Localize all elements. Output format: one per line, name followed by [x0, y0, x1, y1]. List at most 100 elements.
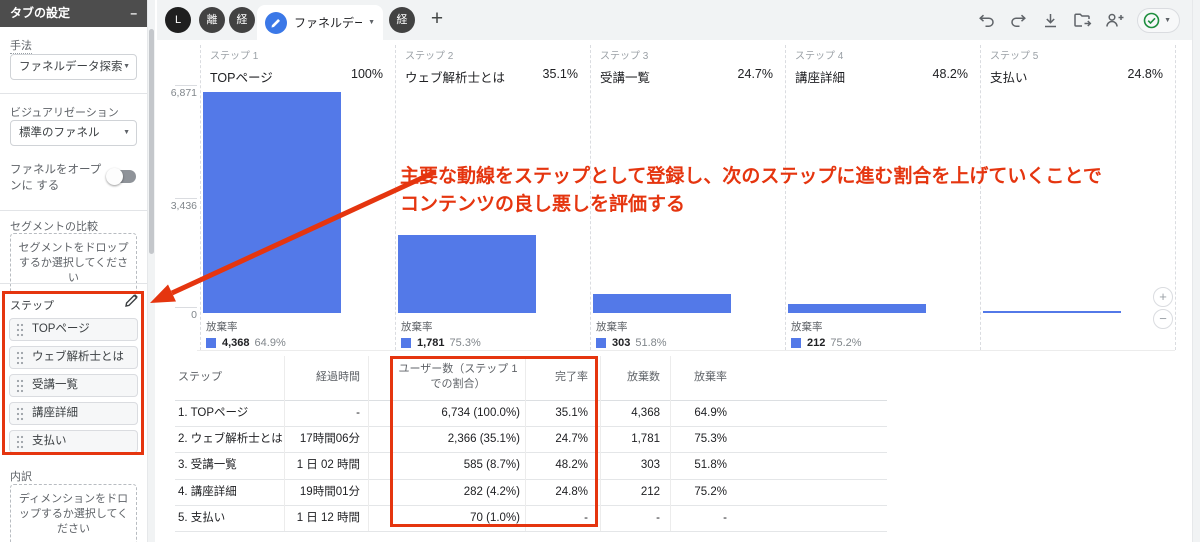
step-completion-rate: 24.7% [738, 67, 773, 86]
chart-column-divider [590, 45, 591, 350]
zoom-out-button[interactable]: − [1153, 309, 1173, 329]
step-chip-3[interactable]: 受講一覧 [9, 374, 138, 397]
chart-column-divider [395, 45, 396, 350]
minimize-icon[interactable]: – [130, 0, 137, 27]
table-cell: - [603, 505, 660, 531]
panel-title: タブの設定 [10, 6, 70, 20]
y-axis-tick [175, 307, 197, 308]
table-cell: 1,781 [603, 426, 660, 452]
tab-chip-2[interactable]: 離 [199, 7, 225, 33]
breakdown-dropzone[interactable]: ディメンションをドロップするか選択してください [10, 484, 137, 542]
tab-chip-3[interactable]: 経 [229, 7, 255, 33]
zoom-in-button[interactable]: + [1153, 287, 1173, 307]
step-chip-1[interactable]: TOPページ [9, 318, 138, 341]
divider [0, 210, 147, 211]
table-cell: 75.2% [657, 479, 727, 505]
step-name: 支払い [990, 67, 1028, 86]
table-cell: - [273, 400, 360, 426]
redo-icon[interactable] [1009, 11, 1028, 30]
edit-steps-icon[interactable] [124, 293, 139, 313]
step-header-2: ステップ 2ウェブ解析士とは35.1% [395, 47, 590, 83]
step-index-label: ステップ 4 [795, 47, 968, 62]
abandonment-values: 1,78175.3% [401, 337, 581, 349]
table-row-border [175, 531, 887, 532]
abandonment-rate: 75.2% [830, 337, 861, 349]
tab-strip: L 離 経 ファネルデー... ▼ 経 + [157, 0, 1192, 40]
step-name-row: ウェブ解析士とは35.1% [405, 67, 578, 86]
segment-dropzone[interactable]: セグメントをドロップするか選択してください [10, 233, 137, 294]
funnel-bar-3[interactable] [593, 294, 731, 313]
step-completion-rate: 24.8% [1128, 67, 1163, 86]
y-axis-label: 0 [157, 309, 197, 321]
funnel-bar-2[interactable] [398, 235, 536, 313]
chevron-down-icon: ▼ [123, 121, 130, 145]
download-icon[interactable] [1041, 11, 1060, 30]
table-cell: 24.8% [528, 479, 588, 505]
drag-handle-icon[interactable] [16, 323, 24, 341]
chevron-down-icon: ▼ [1164, 17, 1171, 24]
drag-handle-icon[interactable] [16, 379, 24, 397]
drag-handle-icon[interactable] [16, 435, 24, 453]
method-select[interactable]: ファネルデータ探索▼ [10, 54, 137, 80]
abandonment-values: 4,36864.9% [206, 337, 386, 349]
undo-icon[interactable] [977, 11, 996, 30]
table-cell: 48.2% [528, 452, 588, 478]
table-cell: 35.1% [528, 400, 588, 426]
step-chip-2[interactable]: ウェブ解析士とは [9, 346, 138, 369]
active-tab-funnel[interactable]: ファネルデー... ▼ [257, 5, 383, 40]
edit-pencil-icon [265, 12, 287, 34]
tab-chip-1[interactable]: L [165, 7, 191, 33]
table-cell: 5. 支払い [178, 505, 283, 531]
step-index-label: ステップ 1 [210, 47, 383, 62]
ga4-exploration-window: タブの設定 – 手法 ファネルデータ探索▼ ビジュアリゼーション 標準のファネル… [0, 0, 1200, 542]
export-icon[interactable] [1073, 11, 1092, 30]
active-tab-label: ファネルデー... [294, 14, 362, 31]
visualization-label: ビジュアリゼーション [10, 104, 119, 120]
table-cell: 4. 講座詳細 [178, 479, 283, 505]
step-name: 講座詳細 [795, 67, 845, 86]
status-ok-button[interactable]: ▼ [1137, 8, 1180, 33]
table-cell: 1 日 12 時間 [273, 505, 360, 531]
abandonment-block-3: 放棄率30351.8% [596, 319, 776, 349]
table-cell: 6,734 (100.0%) [395, 400, 520, 426]
visualization-select[interactable]: 標準のファネル▼ [10, 120, 137, 146]
legend-swatch [206, 338, 216, 348]
table-column-border [368, 356, 369, 531]
drag-handle-icon[interactable] [16, 407, 24, 425]
chevron-down-icon[interactable]: ▼ [368, 19, 375, 26]
add-user-icon[interactable] [1105, 11, 1124, 30]
divider [197, 350, 1175, 351]
open-funnel-toggle[interactable] [108, 170, 136, 183]
page-scrollbar[interactable] [1192, 0, 1200, 542]
abandonment-rate: 51.8% [635, 337, 666, 349]
segment-compare-label: セグメントの比較 [10, 218, 98, 234]
chevron-down-icon: ▼ [123, 55, 130, 79]
abandonment-count: 212 [807, 337, 825, 349]
abandonment-label: 放棄率 [206, 319, 386, 334]
step-header-4: ステップ 4 講座詳細48.2% [785, 47, 980, 83]
table-header-3: ユーザー数（ステップ 1 での割合） [393, 362, 523, 392]
table-cell: 17時間06分 [273, 426, 360, 452]
funnel-bar-1[interactable] [203, 92, 341, 313]
table-cell: 2. ウェブ解析士とは [178, 426, 283, 452]
abandonment-count: 303 [612, 337, 630, 349]
check-circle-icon [1143, 12, 1160, 29]
step-name-row: 講座詳細48.2% [795, 67, 968, 86]
tab-chip-4[interactable]: 経 [389, 7, 415, 33]
table-header-4: 完了率 [528, 370, 588, 385]
funnel-bar-4[interactable] [788, 304, 926, 313]
table-cell: 4,368 [603, 400, 660, 426]
chart-column-divider [200, 45, 201, 350]
abandonment-values: 303 51.8% [596, 337, 776, 349]
step-chip-5[interactable]: 支払い [9, 430, 138, 453]
table-cell: 19時間01分 [273, 479, 360, 505]
drag-handle-icon[interactable] [16, 351, 24, 369]
add-tab-button[interactable]: + [419, 0, 455, 40]
sidebar-scrollbar-thumb[interactable] [149, 29, 154, 254]
table-cell: 75.3% [657, 426, 727, 452]
funnel-bar-5[interactable] [983, 311, 1121, 313]
table-cell: - [528, 505, 588, 531]
step-header-3: ステップ 3受講一覧24.7% [590, 47, 785, 83]
step-chip-4[interactable]: 講座詳細 [9, 402, 138, 425]
step-header-1: ステップ 1TOPページ100% [200, 47, 395, 83]
